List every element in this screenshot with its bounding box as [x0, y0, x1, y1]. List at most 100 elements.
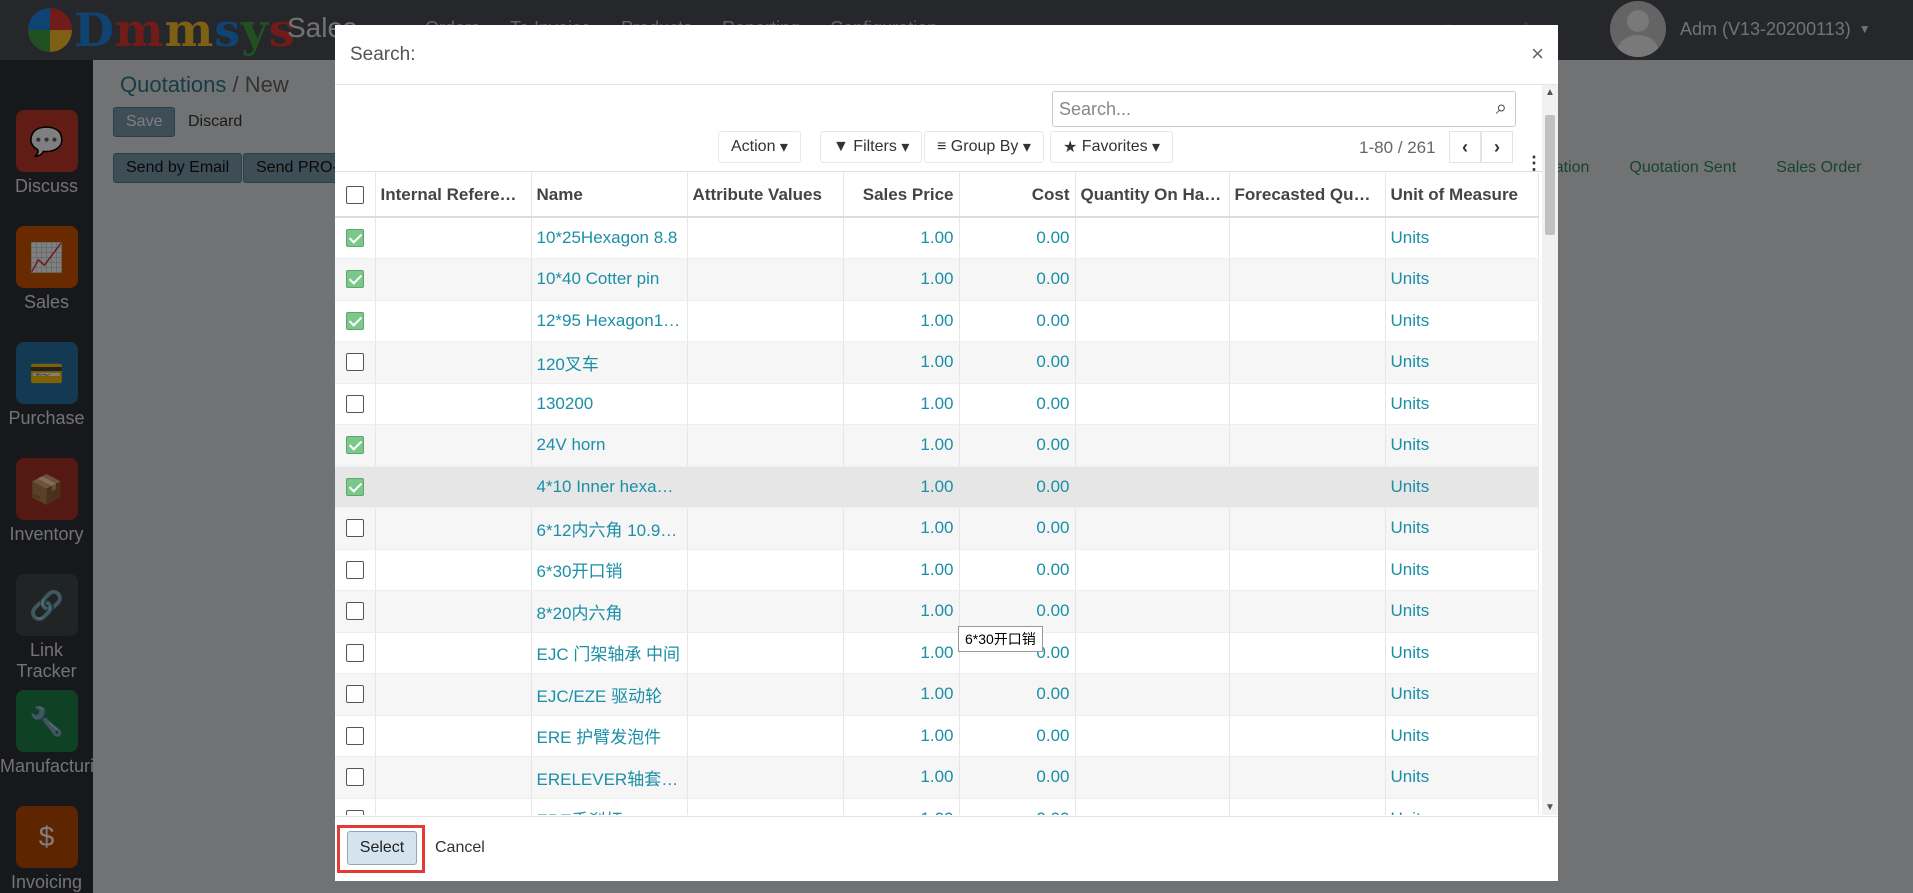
- name-cell[interactable]: 6*30开口销: [531, 549, 688, 591]
- unit-of-measure-cell[interactable]: Units: [1385, 300, 1539, 342]
- action-dropdown[interactable]: Action ▾: [718, 131, 801, 163]
- forecasted-quantity-cell: [1229, 466, 1386, 508]
- select-button[interactable]: Select: [347, 831, 417, 865]
- name-cell[interactable]: ERE手刹杆...: [531, 798, 688, 815]
- column-internal-reference[interactable]: Internal Reference: [375, 173, 532, 218]
- name-cell[interactable]: 12*95 Hexagon10.9: [531, 300, 688, 342]
- pager-next-button[interactable]: ›: [1481, 131, 1513, 163]
- row-checkbox[interactable]: [345, 229, 364, 247]
- favorites-dropdown[interactable]: ★ Favorites ▾: [1050, 131, 1174, 163]
- name-cell[interactable]: 10*40 Cotter pin: [531, 258, 688, 301]
- table-row[interactable]: 8*20内六角 1.00 0.00 Units: [335, 590, 1539, 633]
- name-cell[interactable]: ERE 护臂发泡件: [531, 715, 688, 757]
- quantity-on-hand-cell: [1075, 590, 1230, 633]
- sales-price-cell: 1.00: [843, 715, 960, 757]
- column-cost[interactable]: Cost: [959, 173, 1076, 218]
- scroll-up-icon[interactable]: ▲: [1542, 87, 1558, 98]
- unit-of-measure-cell[interactable]: Units: [1385, 383, 1539, 425]
- name-cell[interactable]: 6*12内六角 10.9 级: [531, 507, 688, 550]
- table-row[interactable]: 24V horn 1.00 0.00 Units: [335, 424, 1539, 467]
- row-checkbox[interactable]: [345, 768, 364, 787]
- unit-of-measure-cell[interactable]: Units: [1385, 507, 1539, 550]
- row-checkbox[interactable]: [345, 311, 364, 330]
- table-row[interactable]: 4*10 Inner hexagon 1.00 0.00 Units: [335, 466, 1539, 508]
- unit-of-measure-cell[interactable]: Units: [1385, 673, 1539, 716]
- table-row[interactable]: 6*12内六角 10.9 级 1.00 0.00 Units: [335, 507, 1539, 550]
- row-checkbox[interactable]: [345, 394, 364, 413]
- row-checkbox[interactable]: [345, 602, 364, 621]
- name-cell[interactable]: 8*20内六角: [531, 590, 688, 633]
- row-checkbox[interactable]: [345, 809, 364, 815]
- unit-of-measure-cell[interactable]: Units: [1385, 798, 1539, 815]
- row-checkbox[interactable]: [345, 726, 364, 745]
- attribute-values-cell: [687, 424, 844, 467]
- column-name[interactable]: Name: [531, 173, 688, 218]
- unit-of-measure-cell[interactable]: Units: [1385, 424, 1539, 467]
- scrollbar-thumb[interactable]: [1545, 115, 1555, 235]
- close-icon[interactable]: ×: [1531, 41, 1544, 67]
- name-cell[interactable]: 120叉车: [531, 341, 688, 384]
- row-checkbox[interactable]: [345, 477, 364, 496]
- unit-of-measure-cell[interactable]: Units: [1385, 341, 1539, 384]
- group-by-dropdown[interactable]: ≡ Group By ▾: [924, 131, 1044, 163]
- name-cell[interactable]: EJC/EZE 驱动轮: [531, 673, 688, 716]
- dialog-footer: Select Cancel: [335, 816, 1558, 881]
- unit-of-measure-cell[interactable]: Units: [1385, 756, 1539, 799]
- quantity-on-hand-cell: [1075, 383, 1230, 425]
- forecasted-quantity-cell: [1229, 673, 1386, 716]
- search-input[interactable]: Search... ⌕: [1052, 91, 1516, 127]
- row-checkbox[interactable]: [345, 560, 364, 579]
- column-attribute-values[interactable]: Attribute Values: [687, 173, 844, 218]
- row-select-cell: [335, 341, 376, 384]
- column-sales-price[interactable]: Sales Price: [843, 173, 960, 218]
- row-checkbox[interactable]: [345, 643, 364, 662]
- pager-value[interactable]: 1-80 / 261: [1359, 138, 1436, 158]
- select-all-checkbox[interactable]: [345, 185, 364, 204]
- filters-dropdown[interactable]: ▼ Filters ▾: [820, 131, 923, 163]
- name-cell[interactable]: 4*10 Inner hexagon: [531, 466, 688, 508]
- table-row[interactable]: ERELEVER轴套2... 1.00 0.00 Units: [335, 756, 1539, 799]
- table-row[interactable]: EJC/EZE 驱动轮 1.00 0.00 Units: [335, 673, 1539, 716]
- row-checkbox[interactable]: [345, 519, 364, 538]
- column-options-icon[interactable]: ⋮: [1525, 153, 1543, 174]
- internal-reference-cell: [375, 300, 532, 342]
- row-checkbox[interactable]: [345, 685, 364, 704]
- scrollbar[interactable]: ▲ ▼: [1542, 85, 1558, 815]
- table-row[interactable]: 10*25Hexagon 8.8 1.00 0.00 Units: [335, 217, 1539, 259]
- row-checkbox[interactable]: [345, 436, 364, 455]
- sales-price-cell: 1.00: [843, 590, 960, 633]
- row-checkbox[interactable]: [345, 353, 364, 372]
- unit-of-measure-cell[interactable]: Units: [1385, 590, 1539, 633]
- column-quantity-on-hand[interactable]: Quantity On Hand: [1075, 173, 1230, 218]
- name-cell[interactable]: 130200: [531, 383, 688, 425]
- unit-of-measure-cell[interactable]: Units: [1385, 217, 1539, 259]
- table-row[interactable]: 10*40 Cotter pin 1.00 0.00 Units: [335, 258, 1539, 301]
- scroll-down-icon[interactable]: ▼: [1542, 802, 1558, 813]
- name-cell[interactable]: 10*25Hexagon 8.8: [531, 217, 688, 259]
- filters-label: Filters: [853, 138, 897, 155]
- forecasted-quantity-cell: [1229, 217, 1386, 259]
- table-row[interactable]: 120叉车 1.00 0.00 Units: [335, 341, 1539, 384]
- table-row[interactable]: 130200 1.00 0.00 Units: [335, 383, 1539, 425]
- unit-of-measure-cell[interactable]: Units: [1385, 466, 1539, 508]
- column-unit-of-measure[interactable]: Unit of Measure: [1385, 173, 1539, 218]
- cancel-button[interactable]: Cancel: [435, 839, 485, 857]
- row-checkbox[interactable]: [345, 270, 364, 289]
- table-row[interactable]: ERE手刹杆... 1.000.00 Units: [335, 798, 1539, 815]
- table-row[interactable]: ERE 护臂发泡件 1.00 0.00 Units: [335, 715, 1539, 757]
- sales-price-cell: 1.00: [843, 217, 960, 259]
- column-forecasted-quantity[interactable]: Forecasted Quantity: [1229, 173, 1386, 218]
- name-cell[interactable]: ERELEVER轴套2...: [531, 756, 688, 799]
- pager-previous-button[interactable]: ‹: [1449, 131, 1481, 163]
- name-cell[interactable]: 24V horn: [531, 424, 688, 467]
- unit-of-measure-cell[interactable]: Units: [1385, 549, 1539, 591]
- table-row[interactable]: EJC 门架轴承 中间 1.00 0.00 Units: [335, 632, 1539, 674]
- unit-of-measure-cell[interactable]: Units: [1385, 715, 1539, 757]
- unit-of-measure-cell[interactable]: Units: [1385, 258, 1539, 301]
- table-row[interactable]: 6*30开口销 1.00 0.00 Units: [335, 549, 1539, 591]
- search-icon[interactable]: ⌕: [1496, 97, 1507, 120]
- row-select-cell: [335, 715, 376, 757]
- table-row[interactable]: 12*95 Hexagon10.9 1.00 0.00 Units: [335, 300, 1539, 342]
- unit-of-measure-cell[interactable]: Units: [1385, 632, 1539, 674]
- name-cell[interactable]: EJC 门架轴承 中间: [531, 632, 688, 674]
